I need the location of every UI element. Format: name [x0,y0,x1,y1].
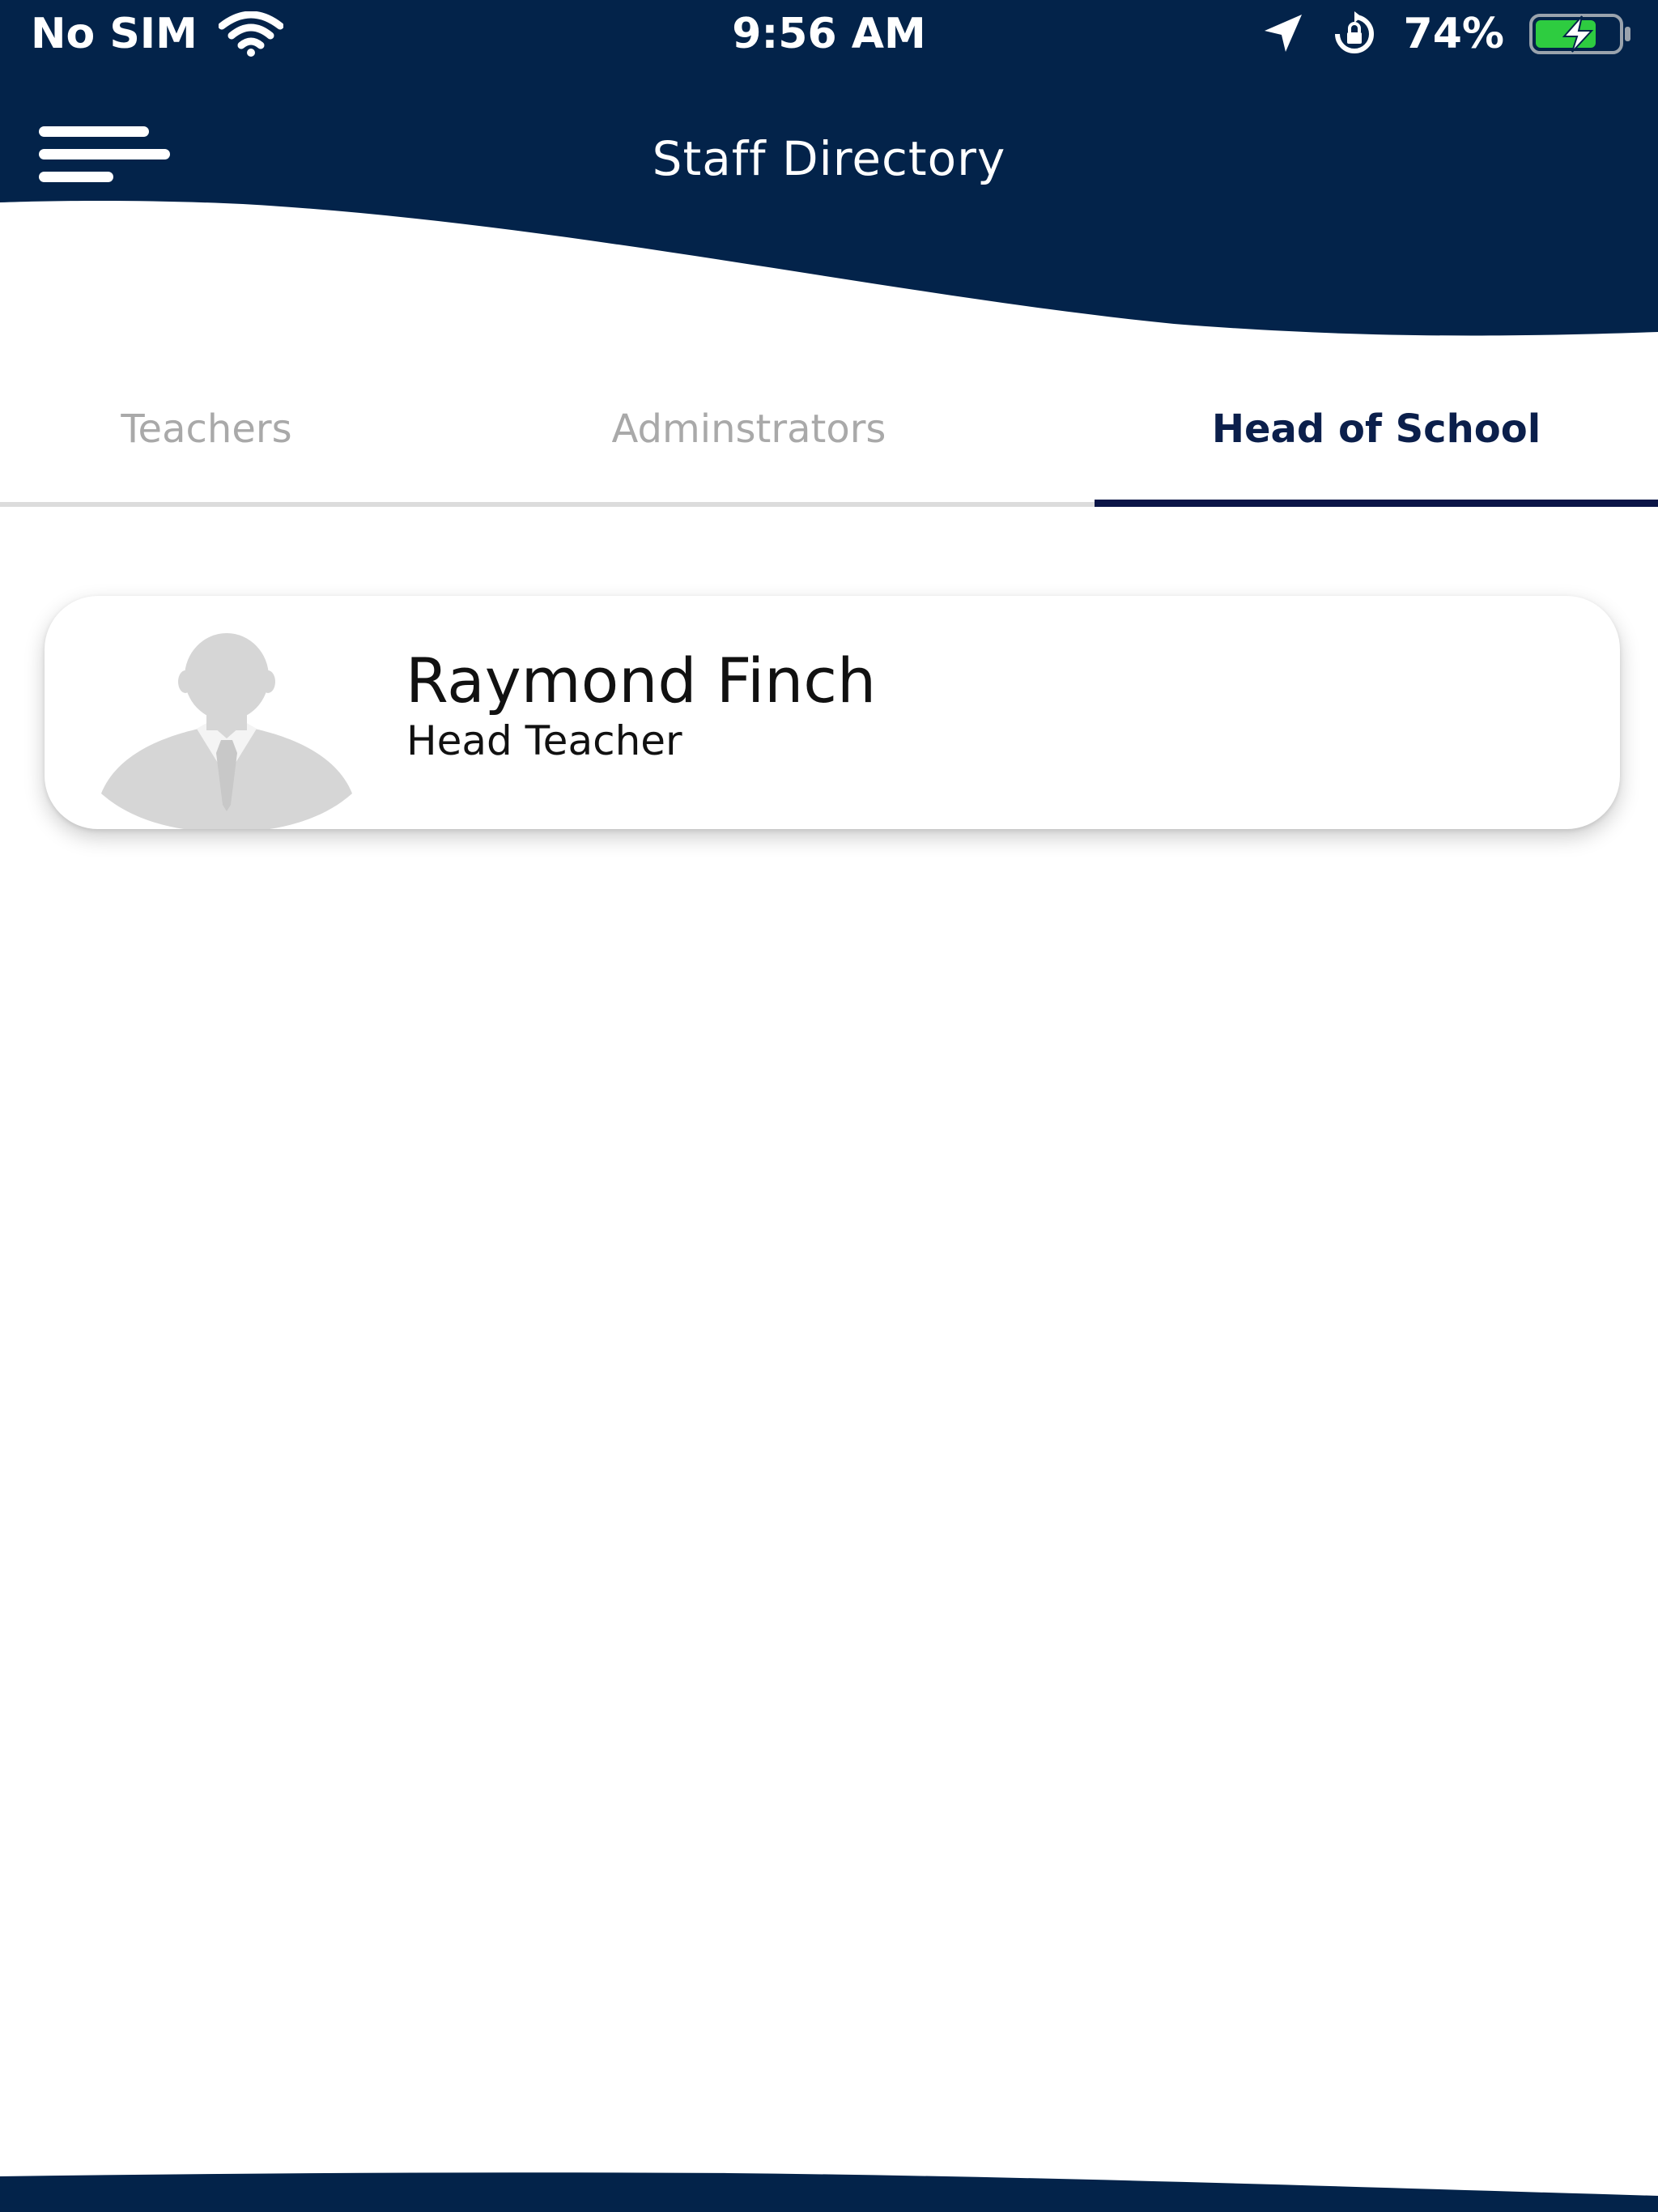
tab-selected-indicator [1095,500,1658,507]
staff-card[interactable]: Raymond Finch Head Teacher [45,596,1620,829]
nav-bar: Staff Directory [0,89,1658,227]
footer-band [0,2172,1658,2212]
status-right: 74% [1260,10,1634,58]
battery-percent: 74% [1403,10,1504,58]
tab-administrators[interactable]: Adminstrators [413,356,1085,502]
staff-directory-screen: No SIM 9:56 AM 74% Staff Directory Teach… [0,0,1658,2212]
tab-head-of-school[interactable]: Head of School [1095,356,1658,502]
tab-teachers[interactable]: Teachers [0,356,413,502]
person-placeholder-icon [101,632,352,829]
page-title: Staff Directory [652,131,1006,186]
staff-role: Head Teacher [406,717,682,764]
battery-charging-icon [1528,11,1634,57]
location-arrow-icon [1260,11,1305,57]
status-bar: No SIM 9:56 AM 74% [0,0,1658,73]
orientation-lock-icon [1329,11,1380,57]
tab-bar: Teachers Adminstrators Head of School [0,356,1658,507]
staff-name: Raymond Finch [406,644,877,717]
